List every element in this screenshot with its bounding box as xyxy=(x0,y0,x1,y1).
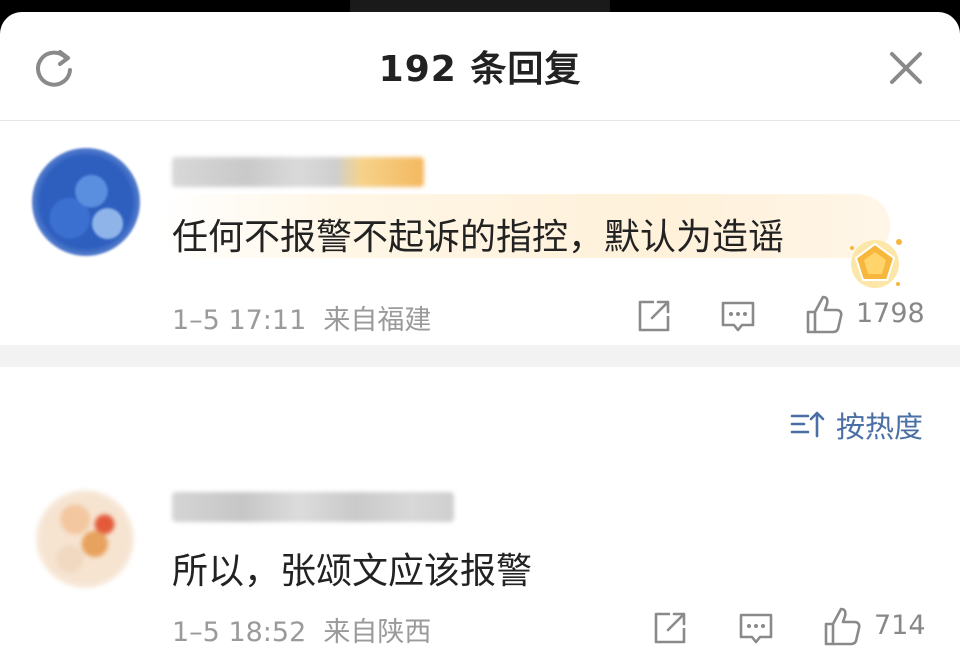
avatar[interactable] xyxy=(36,490,134,588)
comment-meta: 1–5 17:11 来自福建 xyxy=(172,298,431,337)
gold-badge-icon xyxy=(850,239,902,288)
comment-text: 所以，张颂文应该报警 xyxy=(172,551,533,592)
username-blurred[interactable] xyxy=(172,157,424,187)
comment-icon[interactable] xyxy=(736,608,776,648)
like-button[interactable]: 1798 xyxy=(804,292,934,336)
comment-time: 1–5 18:52 xyxy=(172,617,307,648)
comment-icon[interactable] xyxy=(718,296,758,336)
comment-location: 来自陕西 xyxy=(323,617,432,648)
thumbs-up-icon xyxy=(806,295,843,334)
share-icon[interactable] xyxy=(650,608,690,648)
sort-label: 按热度 xyxy=(836,410,924,444)
avatar[interactable] xyxy=(32,148,140,256)
like-count: 714 xyxy=(874,610,926,641)
thumbs-up-icon xyxy=(824,607,861,646)
like-button[interactable]: 714 xyxy=(822,604,932,648)
sheet-header: 192 条回复 xyxy=(0,12,960,121)
comment-text: 任何不报警不起诉的指控，默认为造谣 xyxy=(172,217,785,258)
username-blurred[interactable] xyxy=(172,492,454,522)
close-button[interactable] xyxy=(884,46,928,90)
replies-sheet: 192 条回复 任何不报警不起诉的指控，默认为造谣 1–5 17:11 来自福建 xyxy=(0,12,960,667)
comment-time: 1–5 17:11 xyxy=(172,305,307,336)
comment-location: 来自福建 xyxy=(323,305,432,336)
like-count: 1798 xyxy=(856,298,925,329)
sort-icon xyxy=(790,411,825,438)
share-icon[interactable] xyxy=(634,296,674,336)
page-title: 192 条回复 xyxy=(378,49,582,90)
close-icon xyxy=(890,52,922,84)
pinned-comment: 任何不报警不起诉的指控，默认为造谣 1–5 17:11 来自福建 1798 xyxy=(0,122,960,345)
list-item: 所以，张颂文应该报警 1–5 18:52 来自陕西 714 xyxy=(0,472,960,667)
comment-meta: 1–5 18:52 来自陕西 xyxy=(172,610,431,649)
status-bar-notch xyxy=(350,0,610,12)
section-divider xyxy=(0,345,960,367)
